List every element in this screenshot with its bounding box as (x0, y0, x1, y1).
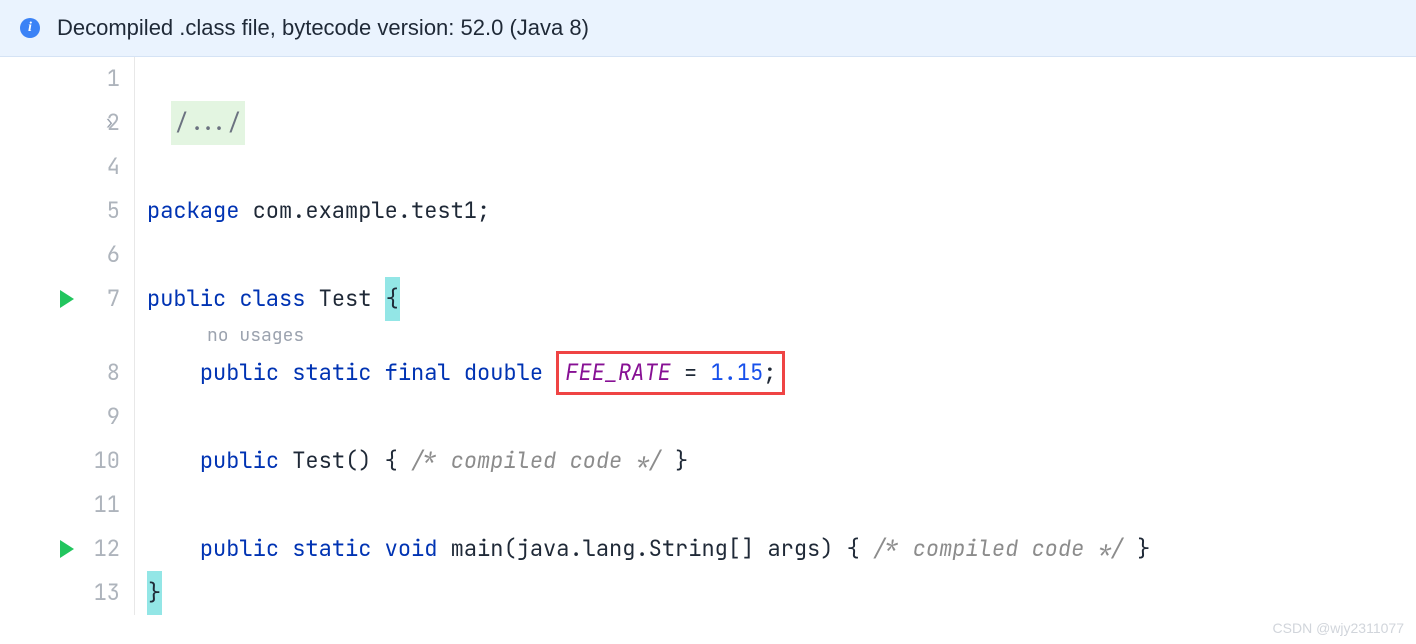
code-editor[interactable]: 1 2 › 4 5 6 7 8 9 10 11 12 13 /.../ pack… (0, 57, 1416, 615)
package-name: com.example.test1; (239, 189, 490, 233)
gutter-line: 13 (0, 571, 120, 615)
gutter-line: 9 (0, 395, 120, 439)
semicolon: ; (763, 358, 776, 387)
equals: = (671, 358, 711, 387)
brace-open-sp: { (371, 439, 411, 483)
highlighted-field: FEE_RATE = 1.15; (556, 351, 785, 395)
gutter-line: 4 (0, 145, 120, 189)
line-number: 11 (92, 483, 120, 527)
gutter: 1 2 › 4 5 6 7 8 9 10 11 12 13 (0, 57, 135, 615)
brace-close-sp: } (1124, 527, 1150, 571)
gutter-line: 11 (0, 483, 120, 527)
chevron-right-icon[interactable]: › (104, 101, 115, 145)
gutter-line: 2 › (0, 101, 120, 145)
keyword-static: static (292, 527, 371, 571)
code-line: public static void main(java.lang.String… (147, 527, 1416, 571)
line-number: 12 (92, 527, 120, 571)
code-line: public Test() { /* compiled code */ } (147, 439, 1416, 483)
keyword-public: public (200, 439, 279, 483)
line-number: 13 (92, 571, 120, 615)
gutter-line: 10 (0, 439, 120, 483)
code-line (147, 145, 1416, 189)
brace-close-sp: } (662, 439, 688, 483)
line-number: 1 (92, 57, 120, 101)
keyword-double: double (464, 351, 543, 395)
class-name: Test (319, 277, 372, 321)
keyword-public: public (200, 527, 279, 571)
keyword-public: public (200, 351, 279, 395)
gutter-line: 1 (0, 57, 120, 101)
code-line (147, 233, 1416, 277)
usage-hint: no usages (147, 321, 1416, 351)
folded-region[interactable]: /.../ (171, 101, 245, 145)
brace-open-sp: { (833, 527, 873, 571)
keyword-class: class (239, 277, 305, 321)
line-number: 8 (92, 351, 120, 395)
code-line: } (147, 571, 1416, 615)
keyword-final: final (385, 351, 451, 395)
main-args: (java.lang.String[] args) (503, 527, 833, 571)
field-value: 1.15 (710, 358, 763, 387)
code-line-folded: /.../ (147, 101, 1416, 145)
code-area[interactable]: /.../ package com.example.test1; public … (135, 57, 1416, 615)
line-number: 10 (92, 439, 120, 483)
keyword-public: public (147, 277, 226, 321)
parens: () (345, 439, 371, 483)
code-line (147, 57, 1416, 101)
gutter-line: 5 (0, 189, 120, 233)
line-number: 9 (92, 395, 120, 439)
code-line: public class Test { (147, 277, 1416, 321)
brace-close: } (147, 571, 162, 615)
line-number: 6 (92, 233, 120, 277)
code-line (147, 483, 1416, 527)
keyword-package: package (147, 189, 239, 233)
run-icon[interactable] (60, 540, 74, 558)
code-line: public static final double FEE_RATE = 1.… (147, 351, 1416, 395)
compiled-comment: /* compiled code */ (873, 527, 1124, 571)
line-number: 4 (92, 145, 120, 189)
compiled-comment: /* compiled code */ (411, 439, 662, 483)
banner-text: Decompiled .class file, bytecode version… (57, 15, 589, 41)
keyword-void: void (385, 527, 438, 571)
gutter-line: 7 (0, 277, 120, 321)
gutter-line: 6 (0, 233, 120, 277)
gutter-line: 12 (0, 527, 120, 571)
method-name: main (451, 527, 504, 571)
code-line (147, 395, 1416, 439)
brace-open: { (385, 277, 400, 321)
run-icon[interactable] (60, 290, 74, 308)
gutter-line: 8 (0, 351, 120, 395)
line-number: 7 (92, 277, 120, 321)
line-number: 5 (92, 189, 120, 233)
code-line: package com.example.test1; (147, 189, 1416, 233)
gutter-line (0, 321, 120, 351)
constructor-name: Test (292, 439, 345, 483)
field-name: FEE_RATE (565, 358, 671, 387)
keyword-static: static (292, 351, 371, 395)
info-icon: i (20, 18, 40, 38)
info-banner: i Decompiled .class file, bytecode versi… (0, 0, 1416, 57)
watermark: CSDN @wjy2311077 (1273, 620, 1404, 636)
